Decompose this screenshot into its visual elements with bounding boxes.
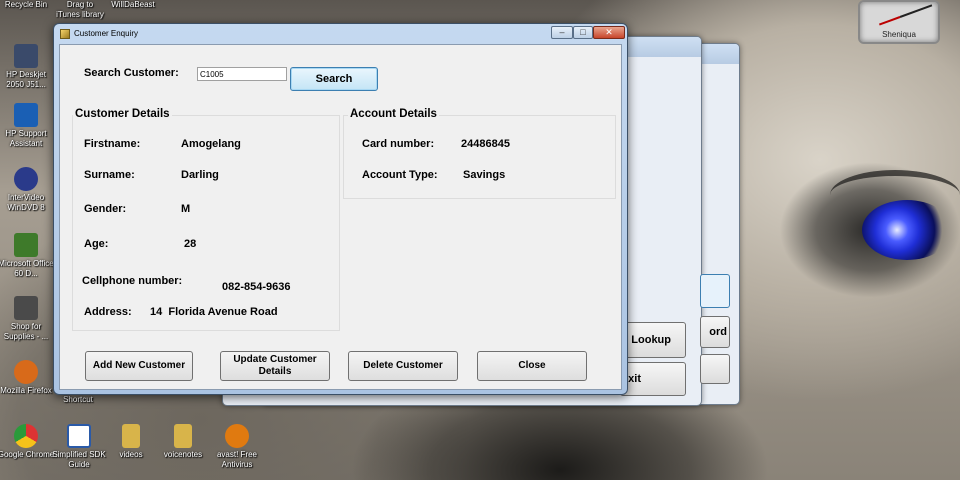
shop-icon <box>14 296 38 320</box>
desktop-icon-label: videos <box>119 450 143 459</box>
desktop-icon-recycle-bin[interactable]: Recycle Bin <box>4 0 48 10</box>
surname-label: Surname: <box>84 169 135 181</box>
desktop-icon-chrome[interactable]: Google Chrome <box>0 424 55 460</box>
customer-enquiry-window[interactable]: Customer Enquiry – □ ✕ Search Customer: … <box>53 23 628 395</box>
app-icon <box>60 29 70 39</box>
desktop-icon-label: Google Chrome <box>0 450 55 459</box>
card-number-value: 24486845 <box>461 138 510 150</box>
cellphone-value: 082-854-9636 <box>222 281 291 293</box>
desktop-icon-videos[interactable]: videos <box>102 424 160 460</box>
desktop-icon-firefox[interactable]: Mozilla Firefox <box>0 360 55 396</box>
desktop-icon-label: HP Support Assistant <box>5 129 47 148</box>
card-number-label: Card number: <box>362 138 435 150</box>
chrome-icon <box>14 424 38 448</box>
background-small-button[interactable] <box>700 354 730 384</box>
background-lookup-button[interactable]: Lookup <box>620 322 686 358</box>
desktop-icon-shop-supplies[interactable]: Shop for Supplies - ... <box>0 296 55 342</box>
background-record-button[interactable]: ord <box>700 316 730 348</box>
word-document-icon <box>67 424 91 448</box>
wallpaper-blue-eye <box>862 200 952 260</box>
desktop-icon-label: avast! Free Antivirus <box>216 450 257 469</box>
window-title: Customer Enquiry <box>74 29 139 38</box>
address-label: Address: <box>84 306 132 318</box>
desktop-icon-label: Mozilla Firefox <box>0 386 52 395</box>
desktop-icon-willdabeast[interactable]: WillDaBeast <box>108 0 158 10</box>
cellphone-label: Cellphone number: <box>82 275 183 287</box>
desktop-icon-label: HP Deskjet 2050 J51... <box>6 70 46 89</box>
gender-value: M <box>181 203 191 215</box>
desktop-icon-windvd[interactable]: InterVideo WinDVD 8 <box>0 167 55 213</box>
folder-icon <box>122 424 140 448</box>
minimize-button[interactable]: – <box>551 26 573 39</box>
window-client-area: Search Customer: Search Customer Details… <box>59 44 622 390</box>
account-details-title: Account Details <box>348 108 439 120</box>
delete-customer-button[interactable]: Delete Customer <box>348 351 458 381</box>
surname-value: Darling <box>181 169 219 181</box>
background-lookup-label: Lookup <box>631 334 671 346</box>
office-icon <box>14 233 38 257</box>
desktop-icon-avast[interactable]: avast! Free Antivirus <box>208 424 266 470</box>
close-window-button[interactable]: ✕ <box>593 26 625 39</box>
desktop-icon-label: InterVideo WinDVD 8 <box>7 193 45 212</box>
clock-hour-hand <box>899 4 933 18</box>
hp-support-icon <box>14 103 38 127</box>
desktop-icon-label: voicenotes <box>163 450 203 459</box>
desktop-icon-label: Shop for Supplies - ... <box>3 322 49 341</box>
printer-icon <box>14 44 38 68</box>
background-exit-button[interactable]: xit <box>620 362 686 396</box>
desktop-icon-microsoft-office[interactable]: Microsoft Office 60 D... <box>0 233 55 279</box>
search-customer-label: Search Customer: <box>84 67 179 79</box>
clock-gadget[interactable]: Sheniqua <box>858 0 940 44</box>
add-customer-button[interactable]: Add New Customer <box>85 351 193 381</box>
desktop-icon-label: Simplified SDK Guide <box>52 450 106 469</box>
dvd-icon <box>14 167 38 191</box>
search-button[interactable]: Search <box>290 67 378 91</box>
desktop-icon-voicenotes[interactable]: voicenotes <box>154 424 212 460</box>
background-window-field[interactable] <box>700 274 730 308</box>
avast-icon <box>225 424 249 448</box>
clock-minute-hand <box>878 16 901 26</box>
update-customer-button[interactable]: Update Customer Details <box>220 351 330 381</box>
age-label: Age: <box>84 238 109 250</box>
account-details-group <box>343 115 616 199</box>
desktop-icon-hp-support[interactable]: HP Support Assistant <box>0 103 55 149</box>
firstname-label: Firstname: <box>84 138 141 150</box>
firstname-value: Amogelang <box>181 138 241 150</box>
search-input[interactable] <box>197 67 287 81</box>
age-value: 28 <box>184 238 197 250</box>
background-record-label: ord <box>709 326 727 338</box>
clock-name: Sheniqua <box>882 30 916 39</box>
firefox-icon <box>14 360 38 384</box>
close-button[interactable]: Close <box>477 351 587 381</box>
maximize-button[interactable]: □ <box>573 26 593 39</box>
folder-icon <box>174 424 192 448</box>
desktop-icon-sdk-guide[interactable]: Simplified SDK Guide <box>50 424 108 470</box>
desktop-icon-hp-deskjet[interactable]: HP Deskjet 2050 J51... <box>0 44 55 90</box>
desktop-icon-itunes-drop[interactable]: Drag to iTunes library <box>54 0 106 20</box>
desktop-icon-label: Microsoft Office 60 D... <box>0 259 54 278</box>
shortcut-label: Shortcut <box>63 395 93 404</box>
background-exit-label: xit <box>628 373 641 385</box>
gender-label: Gender: <box>84 203 127 215</box>
address-value: 14 Florida Avenue Road <box>150 306 278 318</box>
account-type-label: Account Type: <box>362 169 438 181</box>
account-type-value: Savings <box>463 169 506 181</box>
customer-details-title: Customer Details <box>73 108 172 120</box>
